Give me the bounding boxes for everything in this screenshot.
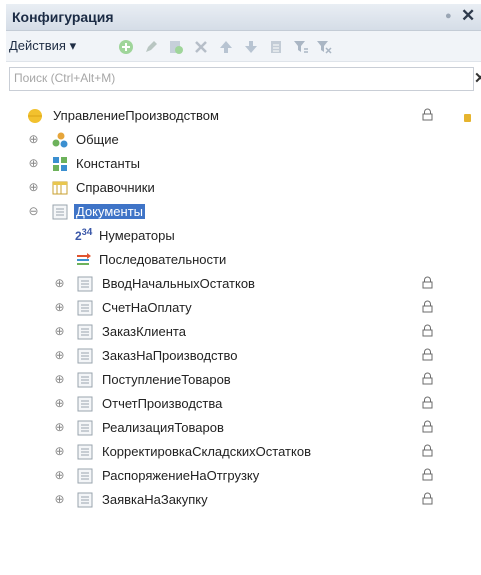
- expand-icon[interactable]: ⊕: [28, 157, 39, 169]
- move-up-icon[interactable]: [218, 39, 234, 55]
- sequences-icon: [75, 251, 93, 269]
- common-objects-icon: [51, 131, 69, 149]
- document-icon: [76, 419, 94, 437]
- lock-icon: [422, 300, 433, 313]
- document-icon: [76, 347, 94, 365]
- panel-title: Конфигурация: [12, 9, 114, 25]
- tree-document-row[interactable]: ⊕ РаспоряжениеНаОтгрузку: [6, 464, 481, 488]
- tree-item-catalogs[interactable]: ⊕ Справочники: [6, 176, 481, 200]
- tree-item-documents[interactable]: ⊖ Документы: [6, 200, 481, 224]
- tree-document-row[interactable]: ⊕ КорректировкаСкладскихОстатков: [6, 440, 481, 464]
- clear-search-icon[interactable]: ✕: [474, 69, 481, 87]
- cube-icon: [464, 114, 471, 122]
- lock-icon: [422, 324, 433, 337]
- tree-item-numerators[interactable]: 234 Нумераторы: [6, 224, 481, 248]
- search-input[interactable]: [10, 68, 458, 88]
- expand-icon[interactable]: ⊕: [54, 349, 65, 361]
- document-icon: [76, 443, 94, 461]
- tree-item-label: ВводНачальныхОстатков: [102, 276, 255, 291]
- close-icon[interactable]: ✕: [461, 6, 475, 26]
- toolbar: Действия ▾: [6, 31, 481, 62]
- tree-item-constants[interactable]: ⊕ Константы: [6, 152, 481, 176]
- lock-icon: [422, 276, 433, 289]
- expand-icon[interactable]: ⊕: [54, 445, 65, 457]
- lock-icon: [422, 492, 433, 505]
- tree-item-label: ЗаявкаНаЗакупку: [102, 492, 208, 507]
- tree-root[interactable]: УправлениеПроизводством: [6, 104, 481, 128]
- filter-clear-icon[interactable]: [316, 39, 332, 55]
- lock-icon: [422, 108, 433, 121]
- tree-document-row[interactable]: ⊕ ЗаявкаНаЗакупку: [6, 488, 481, 512]
- document-icon: [76, 395, 94, 413]
- configuration-panel: Конфигурация ● ✕ Действия ▾ ✕: [6, 0, 481, 575]
- expand-icon[interactable]: ⊕: [54, 373, 65, 385]
- expand-icon[interactable]: ⊕: [54, 469, 65, 481]
- tree-item-label: Общие: [76, 132, 119, 147]
- expand-icon[interactable]: ⊕: [54, 493, 65, 505]
- tree-item-label: РаспоряжениеНаОтгрузку: [102, 468, 260, 483]
- tree-document-row[interactable]: ⊕ ОтчетПроизводства: [6, 392, 481, 416]
- lock-icon: [422, 348, 433, 361]
- expand-icon[interactable]: ⊕: [28, 133, 39, 145]
- expand-icon[interactable]: ⊕: [54, 421, 65, 433]
- tree-item-label: ЗаказНаПроизводство: [102, 348, 238, 363]
- tree-document-row[interactable]: ⊕ ВводНачальныхОстатков: [6, 272, 481, 296]
- tree-item-common[interactable]: ⊕ Общие: [6, 128, 481, 152]
- lock-icon: [422, 396, 433, 409]
- document-icon: [76, 323, 94, 341]
- catalogs-icon: [51, 179, 69, 197]
- delete-icon[interactable]: [193, 39, 209, 55]
- lock-icon: [422, 468, 433, 481]
- tree-item-label: Последовательности: [99, 252, 227, 267]
- document-icon: [76, 275, 94, 293]
- expand-icon[interactable]: ⊕: [54, 325, 65, 337]
- lock-icon: [422, 444, 433, 457]
- document-icon: [76, 371, 94, 389]
- tree-item-label: ЗаказКлиента: [102, 324, 186, 339]
- documents-icon: [51, 203, 69, 221]
- tree-item-label: Константы: [76, 156, 140, 171]
- tree-item-sequences[interactable]: Последовательности: [6, 248, 481, 272]
- expand-icon[interactable]: ⊕: [28, 181, 39, 193]
- numerators-icon: 234: [75, 227, 93, 243]
- tree-document-row[interactable]: ⊕ РеализацияТоваров: [6, 416, 481, 440]
- add-icon[interactable]: [118, 39, 134, 55]
- document-icon: [76, 299, 94, 317]
- expand-icon[interactable]: ⊕: [54, 277, 65, 289]
- properties-icon[interactable]: [268, 39, 284, 55]
- lock-icon: [422, 372, 433, 385]
- search-field: [9, 67, 474, 91]
- expand-icon[interactable]: ⊕: [54, 397, 65, 409]
- filter-icon[interactable]: [293, 39, 309, 55]
- actions-menu-button[interactable]: Действия ▾: [9, 38, 76, 54]
- tree-document-row[interactable]: ⊕ ЗаказНаПроизводство: [6, 344, 481, 368]
- panel-title-bar: Конфигурация ● ✕: [6, 4, 481, 31]
- configuration-root-icon: [26, 107, 44, 125]
- document-icon: [76, 491, 94, 509]
- tree-root-label: УправлениеПроизводством: [53, 108, 219, 123]
- tree-document-row[interactable]: ⊕ СчетНаОплату: [6, 296, 481, 320]
- lock-icon: [422, 420, 433, 433]
- tree-item-label: Нумераторы: [99, 228, 175, 243]
- constants-icon: [51, 155, 69, 173]
- tree-item-label: Справочники: [76, 180, 155, 195]
- edit-icon[interactable]: [143, 39, 159, 55]
- expand-icon[interactable]: ⊕: [54, 301, 65, 313]
- collapse-icon[interactable]: ⊖: [28, 205, 39, 217]
- tree-item-label: КорректировкаСкладскихОстатков: [102, 444, 311, 459]
- copy-icon[interactable]: [168, 39, 184, 55]
- tree-item-label: РеализацияТоваров: [102, 420, 224, 435]
- tree-item-label: СчетНаОплату: [102, 300, 192, 315]
- tree-item-label: ОтчетПроизводства: [102, 396, 223, 411]
- tree-document-row[interactable]: ⊕ ПоступлениеТоваров: [6, 368, 481, 392]
- tree-item-label-selected: Документы: [74, 204, 146, 219]
- pin-icon[interactable]: ●: [445, 10, 452, 22]
- tree-item-label: ПоступлениеТоваров: [102, 372, 231, 387]
- tree-document-row[interactable]: ⊕ ЗаказКлиента: [6, 320, 481, 344]
- document-icon: [76, 467, 94, 485]
- move-down-icon[interactable]: [243, 39, 259, 55]
